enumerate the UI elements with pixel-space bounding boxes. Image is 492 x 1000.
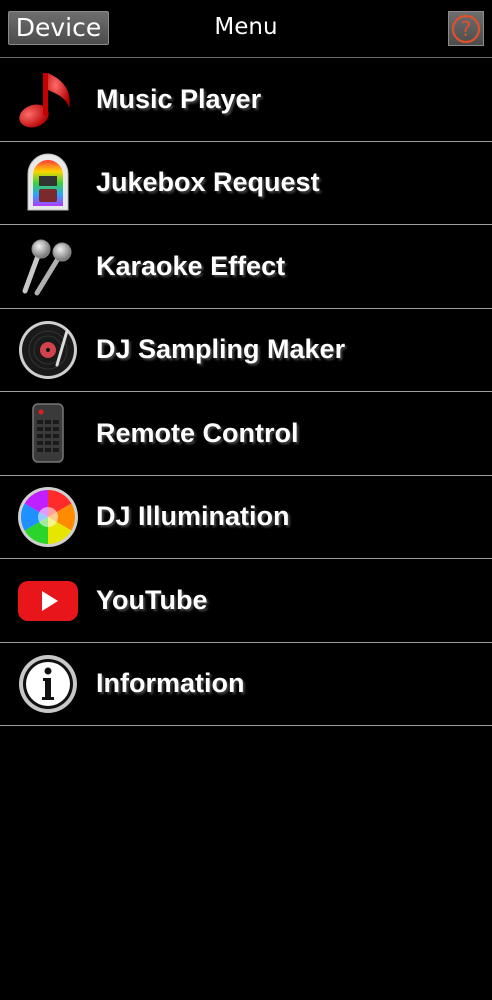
- menu-item-label: Remote Control: [96, 417, 299, 448]
- menu-item-remote-control[interactable]: Remote Control: [0, 392, 492, 476]
- help-button[interactable]: ?: [448, 11, 484, 46]
- youtube-icon: [17, 569, 79, 631]
- menu-item-label: Information: [96, 668, 245, 699]
- menu-item-label: YouTube: [96, 584, 208, 615]
- remote-control-icon: [17, 402, 79, 464]
- info-icon: [17, 653, 79, 715]
- menu-item-dj-sampling-maker[interactable]: DJ Sampling Maker: [0, 309, 492, 392]
- main-menu: Music Player Jukebox Request Karaoke Eff…: [0, 58, 492, 726]
- help-icon: ?: [451, 14, 481, 43]
- menu-item-label: Jukebox Request: [96, 167, 320, 198]
- music-note-icon: [17, 68, 79, 130]
- menu-item-jukebox-request[interactable]: Jukebox Request: [0, 142, 492, 225]
- menu-item-dj-illumination[interactable]: DJ Illumination: [0, 476, 492, 559]
- svg-text:?: ?: [461, 17, 472, 41]
- menu-item-information[interactable]: Information: [0, 643, 492, 726]
- menu-item-karaoke-effect[interactable]: Karaoke Effect: [0, 225, 492, 309]
- menu-item-label: DJ Sampling Maker: [96, 334, 346, 365]
- microphones-icon: [17, 235, 79, 297]
- menu-item-youtube[interactable]: YouTube: [0, 559, 492, 643]
- color-wheel-icon: [17, 486, 79, 548]
- menu-item-label: Music Player: [96, 83, 262, 114]
- top-bar: Device Menu ?: [0, 0, 492, 58]
- menu-item-label: Karaoke Effect: [96, 250, 286, 281]
- page-title: Menu: [214, 14, 278, 40]
- menu-item-music-player[interactable]: Music Player: [0, 58, 492, 142]
- menu-item-label: DJ Illumination: [96, 501, 290, 532]
- turntable-icon: [17, 319, 79, 381]
- jukebox-icon: [17, 152, 79, 214]
